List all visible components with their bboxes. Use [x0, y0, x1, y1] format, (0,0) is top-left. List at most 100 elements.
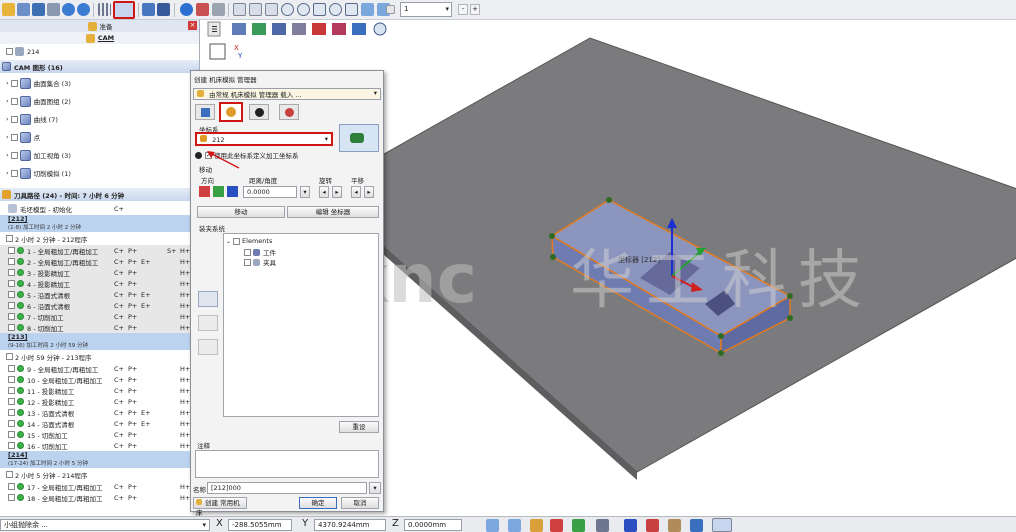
filter-icon[interactable] [508, 519, 521, 532]
decrease-button[interactable]: - [458, 4, 468, 15]
checkbox[interactable] [8, 431, 15, 438]
view-left-icon[interactable] [332, 23, 346, 35]
checkbox[interactable] [8, 269, 15, 276]
print-icon[interactable] [47, 3, 60, 16]
note-textarea[interactable] [195, 450, 379, 478]
stock-model-row[interactable]: 毛坯模型 - 初始化 C+ [0, 203, 199, 214]
expand-icon[interactable]: › [6, 115, 9, 123]
snap-icon[interactable] [486, 519, 499, 532]
checkbox[interactable] [8, 398, 15, 405]
sphere-icon[interactable] [180, 3, 193, 16]
toolpath-row[interactable]: 9 - 全局粗加工/再粗加工 C+ P+ H+ [0, 363, 199, 374]
cut-icon[interactable] [668, 519, 681, 532]
checkbox[interactable] [10, 133, 18, 141]
group-time-row[interactable]: 2 小时 2 分钟 - 212程序 [0, 233, 199, 244]
report-icon[interactable] [249, 3, 262, 16]
checkbox[interactable] [8, 302, 15, 309]
cam-item-row[interactable]: › 曲面图组 (2) [0, 94, 199, 108]
expand-icon[interactable]: › [6, 151, 9, 159]
group-header[interactable]: [212] (1-8) 加工时间 2 小时 2 分钟 [0, 215, 199, 232]
name-dropdown-button[interactable]: ▾ [369, 482, 381, 494]
select-checkbox-icon[interactable] [386, 5, 395, 14]
ok-button[interactable]: 确定 [299, 497, 337, 509]
y-coord-field[interactable]: 4370.9244mm [314, 519, 386, 531]
y-dir-icon[interactable] [213, 186, 224, 197]
remove-fixture-icon[interactable] [198, 339, 218, 355]
cam-graphics-section[interactable]: CAM 图形 (16) [0, 60, 199, 73]
tab-cam[interactable]: CAM [0, 32, 199, 44]
checkbox[interactable] [10, 115, 18, 123]
coord-preview-button[interactable] [339, 124, 379, 152]
z-dir-icon[interactable] [227, 186, 238, 197]
checkbox[interactable] [8, 483, 15, 490]
toolpath-row[interactable]: 13 - 沿面式清根 C+ P+ E+ H+ [0, 407, 199, 418]
analysis-icon[interactable] [572, 519, 585, 532]
toolpath-row[interactable]: 15 - 切削加工 C+ P+ H+ [0, 429, 199, 440]
tree-work-row[interactable]: 工件 [244, 247, 276, 257]
render-icon[interactable] [624, 519, 637, 532]
checkbox[interactable] [8, 365, 15, 372]
toolpath-row[interactable]: 6 - 沿面式清根 C+ P+ E+ H+ [0, 300, 199, 311]
checkbox[interactable] [8, 247, 15, 254]
cam-item-row[interactable]: › 点 [0, 130, 199, 144]
rotate-minus-button[interactable]: ◂ [319, 186, 329, 198]
refresh-icon[interactable] [345, 3, 358, 16]
z-coord-field[interactable]: 0.0000mm [404, 519, 462, 531]
layout-panel-icon[interactable] [113, 1, 135, 19]
checkbox[interactable] [6, 48, 13, 55]
checkbox[interactable] [244, 258, 251, 266]
toolbar-combo[interactable]: 1 ▾ [400, 2, 452, 17]
checkbox[interactable] [8, 280, 15, 287]
axis-cube-icon[interactable] [209, 43, 226, 60]
increase-button[interactable]: + [470, 4, 480, 15]
tab-prepare[interactable]: 准备 [0, 20, 199, 32]
toolpath-row[interactable]: 10 - 全局粗加工/再粗加工 C+ P+ H+ [0, 374, 199, 385]
checkbox[interactable] [8, 258, 15, 265]
checkbox[interactable] [8, 409, 15, 416]
section-icon[interactable] [646, 519, 659, 532]
expand-icon[interactable]: › [6, 133, 9, 141]
grid-icon[interactable] [98, 3, 111, 16]
zoom-icon[interactable] [297, 3, 310, 16]
tab-machine[interactable] [195, 104, 215, 120]
toolpath-row[interactable]: 5 - 沿面式清根 C+ P+ E+ H+ [0, 289, 199, 300]
group-time-row[interactable]: 2 小时 59 分钟 - 213程序 [0, 351, 199, 362]
expand-icon[interactable]: › [6, 97, 9, 105]
distance-input[interactable]: 0.0000 [243, 186, 297, 198]
checkbox[interactable] [8, 324, 15, 331]
checkbox[interactable] [8, 442, 15, 449]
toolpath-row[interactable]: 18 - 全局粗加工/再粗加工 C+ P+ H+ [0, 492, 199, 503]
edit-fixture-icon[interactable] [198, 315, 218, 331]
checkbox[interactable] [233, 237, 241, 245]
x-coord-field[interactable]: -288.5055mm [228, 519, 292, 531]
cancel-button[interactable]: 取消 [341, 497, 379, 509]
add-fixture-icon[interactable] [198, 291, 218, 307]
open-folder-icon[interactable] [17, 3, 30, 16]
close-icon[interactable]: × [188, 21, 197, 30]
toolpath-row[interactable]: 11 - 投影精加工 C+ P+ H+ [0, 385, 199, 396]
page-icon[interactable] [233, 3, 246, 16]
coord-select[interactable]: 212 ▾ [195, 132, 333, 146]
tab-coordinates[interactable] [219, 102, 243, 122]
view-top-icon[interactable] [272, 23, 286, 35]
checkbox[interactable] [10, 97, 18, 105]
cam-item-row[interactable]: › 曲面集合 (3) [0, 76, 199, 90]
checkbox[interactable] [8, 387, 15, 394]
toolpaths-section[interactable]: 刀具路径 (24) - 时间: 7 小时 6 分钟 [0, 188, 199, 201]
toolpath-row[interactable]: 4 - 投影精加工 C+ P+ H+ [0, 278, 199, 289]
name-input[interactable]: [212]000 [207, 482, 367, 494]
toolpath-row[interactable]: 12 - 投影精加工 C+ P+ H+ [0, 396, 199, 407]
redo-icon[interactable] [77, 3, 90, 16]
checkbox[interactable] [8, 376, 15, 383]
view-back-icon[interactable] [312, 23, 326, 35]
view-iso-icon[interactable] [292, 23, 306, 35]
rotate-plus-button[interactable]: ▸ [332, 186, 342, 198]
tab-tool[interactable] [249, 104, 269, 120]
checkbox[interactable] [10, 79, 18, 87]
zoom-window-icon[interactable] [281, 3, 294, 16]
x-dir-icon[interactable] [199, 186, 210, 197]
distance-spin-button[interactable]: ▾ [300, 186, 310, 198]
translate-minus-button[interactable]: ◂ [351, 186, 361, 198]
open-icon[interactable] [2, 3, 15, 16]
toolpath-row[interactable]: 1 - 全局粗加工/再粗加工 C+ P+ S+ H+ [0, 245, 199, 256]
